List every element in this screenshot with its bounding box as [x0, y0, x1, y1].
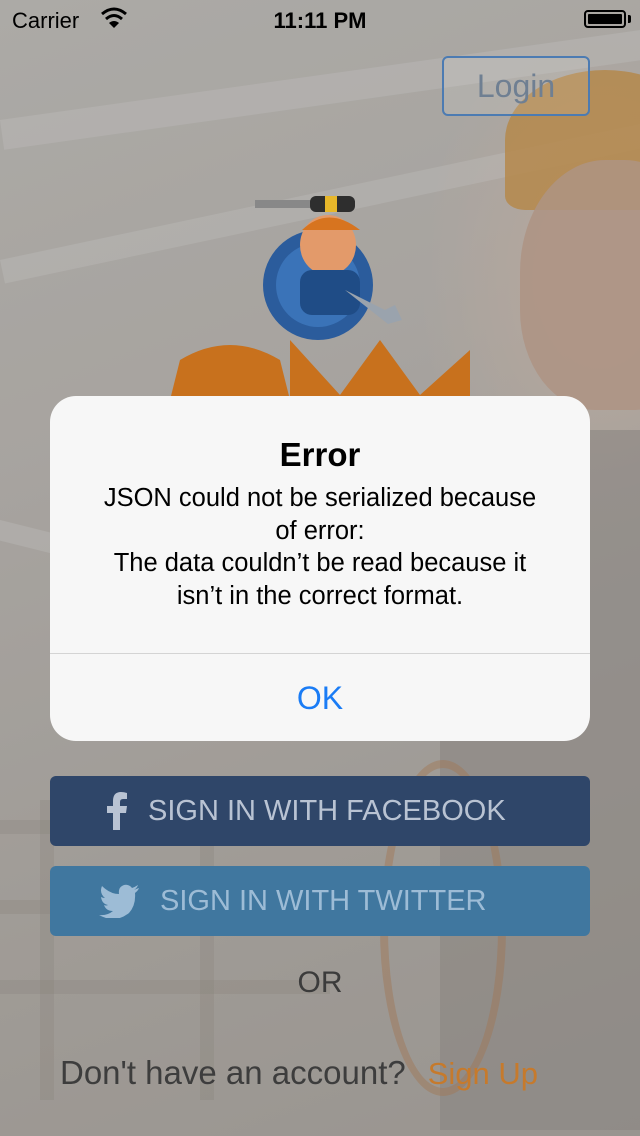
alert-message: JSON could not be serialized because of … — [70, 482, 570, 612]
twitter-sign-in-label: SIGN IN WITH TWITTER — [160, 884, 487, 917]
alert-message-line: The data couldn’t be read because it — [113, 549, 527, 577]
error-alert: Error JSON could not be serialized becau… — [50, 396, 590, 741]
alert-title: Error — [279, 436, 361, 473]
twitter-sign-in-button[interactable]: SIGN IN WITH TWITTER — [50, 866, 590, 936]
brand-logo — [170, 196, 470, 400]
status-bar: Carrier 11:11 PM — [0, 0, 640, 40]
alert-message-line: JSON could not be serialized because — [103, 484, 537, 512]
facebook-sign-in-button[interactable]: SIGN IN WITH FACEBOOK — [50, 776, 590, 846]
battery-icon — [584, 10, 626, 28]
alert-message-line: isn’t in the correct format. — [176, 581, 464, 610]
twitter-icon — [99, 884, 139, 918]
facebook-icon — [107, 792, 127, 830]
signup-prompt-text: Don't have an account? — [60, 1054, 406, 1091]
login-button[interactable]: Login — [442, 56, 590, 116]
alert-message-line: of error: — [275, 516, 365, 545]
facebook-sign-in-label: SIGN IN WITH FACEBOOK — [148, 794, 506, 827]
signup-link[interactable]: Sign Up — [428, 1056, 538, 1091]
signup-prompt: Don't have an account? Sign Up — [60, 1054, 538, 1092]
clock: 11:11 PM — [273, 8, 367, 33]
alert-ok-button[interactable]: OK — [50, 653, 590, 741]
or-separator: OR — [297, 966, 343, 999]
